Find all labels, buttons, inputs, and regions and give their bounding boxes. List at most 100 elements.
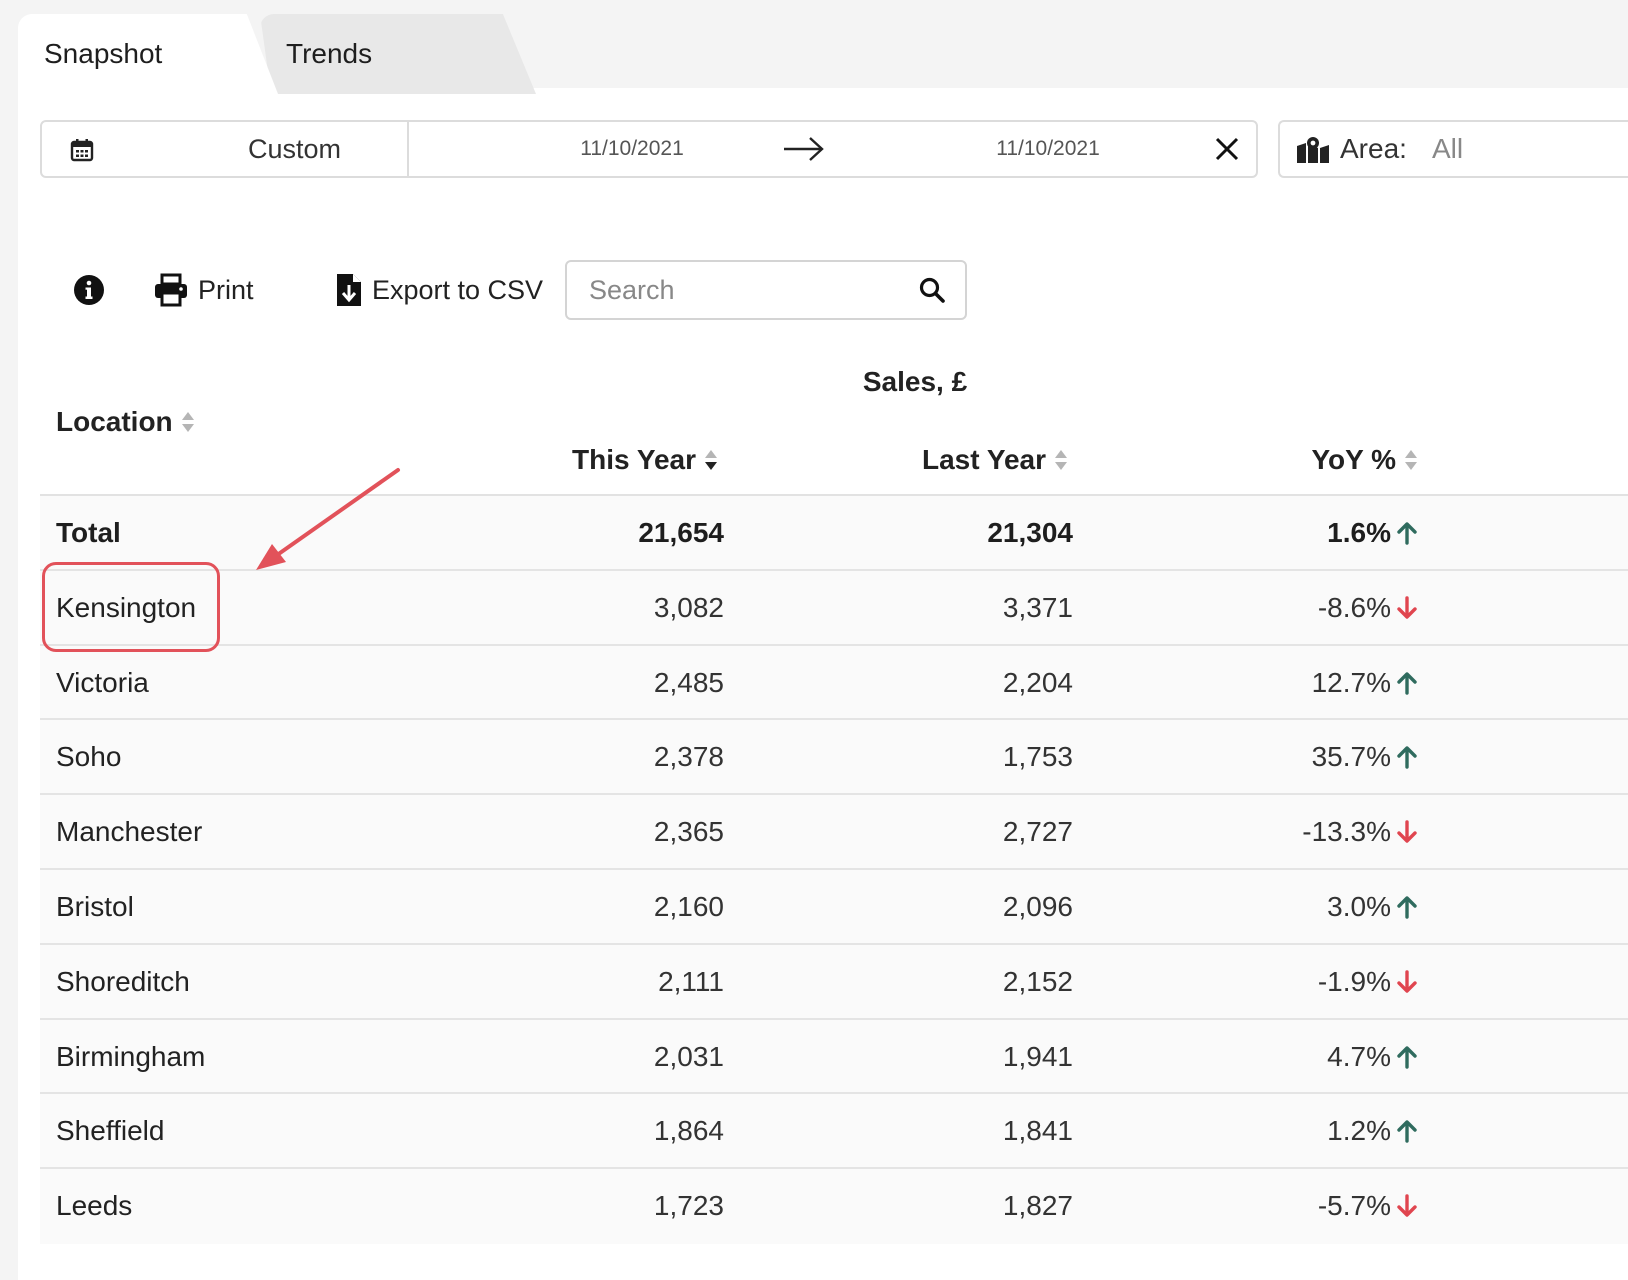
cell-yoy: -5.7% <box>1317 1190 1391 1222</box>
cell-yoy: 4.7% <box>1327 1040 1391 1072</box>
search-field[interactable] <box>565 260 967 320</box>
arrow-up-icon <box>1397 671 1417 695</box>
file-download-icon <box>337 274 361 306</box>
cell-last-year: 1,753 <box>1002 741 1073 773</box>
cell-last-year: 1,827 <box>1002 1190 1073 1222</box>
search-icon[interactable] <box>919 277 945 303</box>
table-row[interactable]: Birmingham 2,031 1,941 4.7% <box>40 1019 1628 1095</box>
arrow-down-icon <box>1397 596 1417 619</box>
column-header-location[interactable]: Location <box>56 402 195 442</box>
search-input[interactable] <box>589 270 909 310</box>
cell-location: Soho <box>56 741 122 773</box>
sort-icon <box>1055 450 1067 470</box>
close-icon[interactable] <box>1214 136 1240 162</box>
cell-this-year: 21,654 <box>638 517 724 548</box>
sales-group-header: Sales, £ <box>862 366 968 397</box>
cell-location: Leeds <box>56 1190 133 1222</box>
arrow-down-icon <box>1397 1194 1417 1217</box>
end-date-input[interactable]: 11/10/2021 <box>958 122 1138 176</box>
cell-last-year: 2,204 <box>1002 666 1073 698</box>
date-range-picker[interactable]: Custom 11/10/2021 11/10/2021 <box>40 120 1258 178</box>
column-this-year-label: This Year <box>571 444 696 475</box>
cell-this-year: 2,031 <box>653 1040 724 1072</box>
tab-snapshot[interactable]: Snapshot <box>18 14 278 94</box>
arrow-up-icon <box>1397 896 1417 919</box>
tab-trends-label: Trends <box>286 38 373 69</box>
cell-this-year: 2,160 <box>653 890 724 922</box>
cell-last-year: 2,152 <box>1002 965 1073 997</box>
arrow-up-icon <box>1397 522 1417 545</box>
sort-icon <box>181 412 194 432</box>
cell-last-year: 2,727 <box>1002 816 1073 848</box>
column-header-this-year[interactable]: This Year <box>572 440 718 480</box>
app-root: Trends Snapshot Custom 11/10/2021 11/10/… <box>0 0 1628 1280</box>
cell-this-year: 2,485 <box>653 666 724 698</box>
print-label: Print <box>198 274 254 305</box>
tab-snapshot-label: Snapshot <box>44 38 163 69</box>
map-marker-icon <box>1297 137 1329 163</box>
cell-location: Victoria <box>56 666 149 698</box>
cell-last-year: 2,096 <box>1002 890 1073 922</box>
cell-last-year: 3,371 <box>1002 591 1073 623</box>
cell-yoy: 1.6% <box>1327 517 1391 548</box>
column-last-year-label: Last Year <box>921 444 1046 475</box>
print-button[interactable]: Print <box>154 268 254 312</box>
cell-location: Birmingham <box>56 1040 206 1072</box>
cell-this-year: 1,723 <box>653 1190 724 1222</box>
cell-this-year: 2,378 <box>653 741 724 773</box>
arrow-up-icon <box>1397 1045 1417 1069</box>
sort-desc-icon <box>705 450 717 470</box>
sort-icon <box>1405 450 1417 470</box>
area-label: Area: <box>1340 133 1407 164</box>
table-row[interactable]: Kensington 3,082 3,371 -8.6% <box>40 570 1628 646</box>
table-row[interactable]: Bristol 2,160 2,096 3.0% <box>40 869 1628 945</box>
cell-yoy: 1.2% <box>1327 1115 1391 1147</box>
cell-yoy: 3.0% <box>1327 890 1391 922</box>
column-header-yoy[interactable]: YoY % <box>1311 440 1418 480</box>
table-row[interactable]: Manchester 2,365 2,727 -13.3% <box>40 795 1628 870</box>
annotation-arrow-icon <box>256 468 400 570</box>
column-yoy-label: YoY % <box>1311 444 1396 475</box>
printer-icon <box>155 273 187 307</box>
cell-last-year: 1,841 <box>1002 1115 1073 1147</box>
cell-this-year: 2,111 <box>658 965 724 997</box>
cell-this-year: 3,082 <box>653 591 724 623</box>
arrow-down-icon <box>1397 970 1417 993</box>
annotation-highlight-box <box>42 562 220 652</box>
table-row[interactable]: Sheffield 1,864 1,841 1.2% <box>40 1094 1628 1170</box>
info-icon[interactable] <box>73 274 105 306</box>
tab-trends[interactable]: Trends <box>260 14 536 94</box>
arrow-up-icon <box>1397 1120 1417 1144</box>
date-bar-divider <box>407 122 409 176</box>
export-label: Export to CSV <box>372 274 544 305</box>
arrow-right-icon <box>784 137 824 161</box>
cell-location: Shoreditch <box>56 965 190 997</box>
export-csv-button[interactable]: Export to CSV <box>336 268 543 312</box>
cell-this-year: 2,365 <box>653 816 724 848</box>
arrow-down-icon <box>1397 820 1417 843</box>
cell-location: Manchester <box>56 816 203 848</box>
cell-last-year: 1,941 <box>1002 1040 1073 1072</box>
table-row[interactable]: Leeds 1,723 1,827 -5.7% <box>40 1169 1628 1244</box>
date-preset-select[interactable]: Custom <box>192 122 397 176</box>
calendar-icon <box>70 139 94 162</box>
cell-location: Bristol <box>56 890 134 922</box>
cell-yoy: -13.3% <box>1302 816 1391 848</box>
table-row[interactable]: Victoria 2,485 2,204 12.7% <box>40 645 1628 721</box>
sales-table-body: Total 21,654 21,304 1.6% Kensington 3,08… <box>40 496 1628 1244</box>
arrow-up-icon <box>1397 746 1417 770</box>
area-filter[interactable]: Area: All <box>1278 120 1628 178</box>
start-date-input[interactable]: 11/10/2021 <box>542 122 722 176</box>
cell-yoy: -8.6% <box>1317 591 1391 623</box>
area-value: All <box>1432 133 1464 164</box>
cell-last-year: 21,304 <box>987 517 1073 548</box>
cell-yoy: 35.7% <box>1311 741 1391 773</box>
cell-yoy: 12.7% <box>1311 666 1391 698</box>
column-header-last-year[interactable]: Last Year <box>922 440 1068 480</box>
cell-yoy: -1.9% <box>1317 965 1391 997</box>
table-row[interactable]: Shoreditch 2,111 2,152 -1.9% <box>40 944 1628 1020</box>
cell-location: Total <box>56 517 121 548</box>
column-location-label: Location <box>56 406 173 437</box>
table-row[interactable]: Soho 2,378 1,753 35.7% <box>40 720 1628 796</box>
cell-this-year: 1,864 <box>653 1115 724 1147</box>
